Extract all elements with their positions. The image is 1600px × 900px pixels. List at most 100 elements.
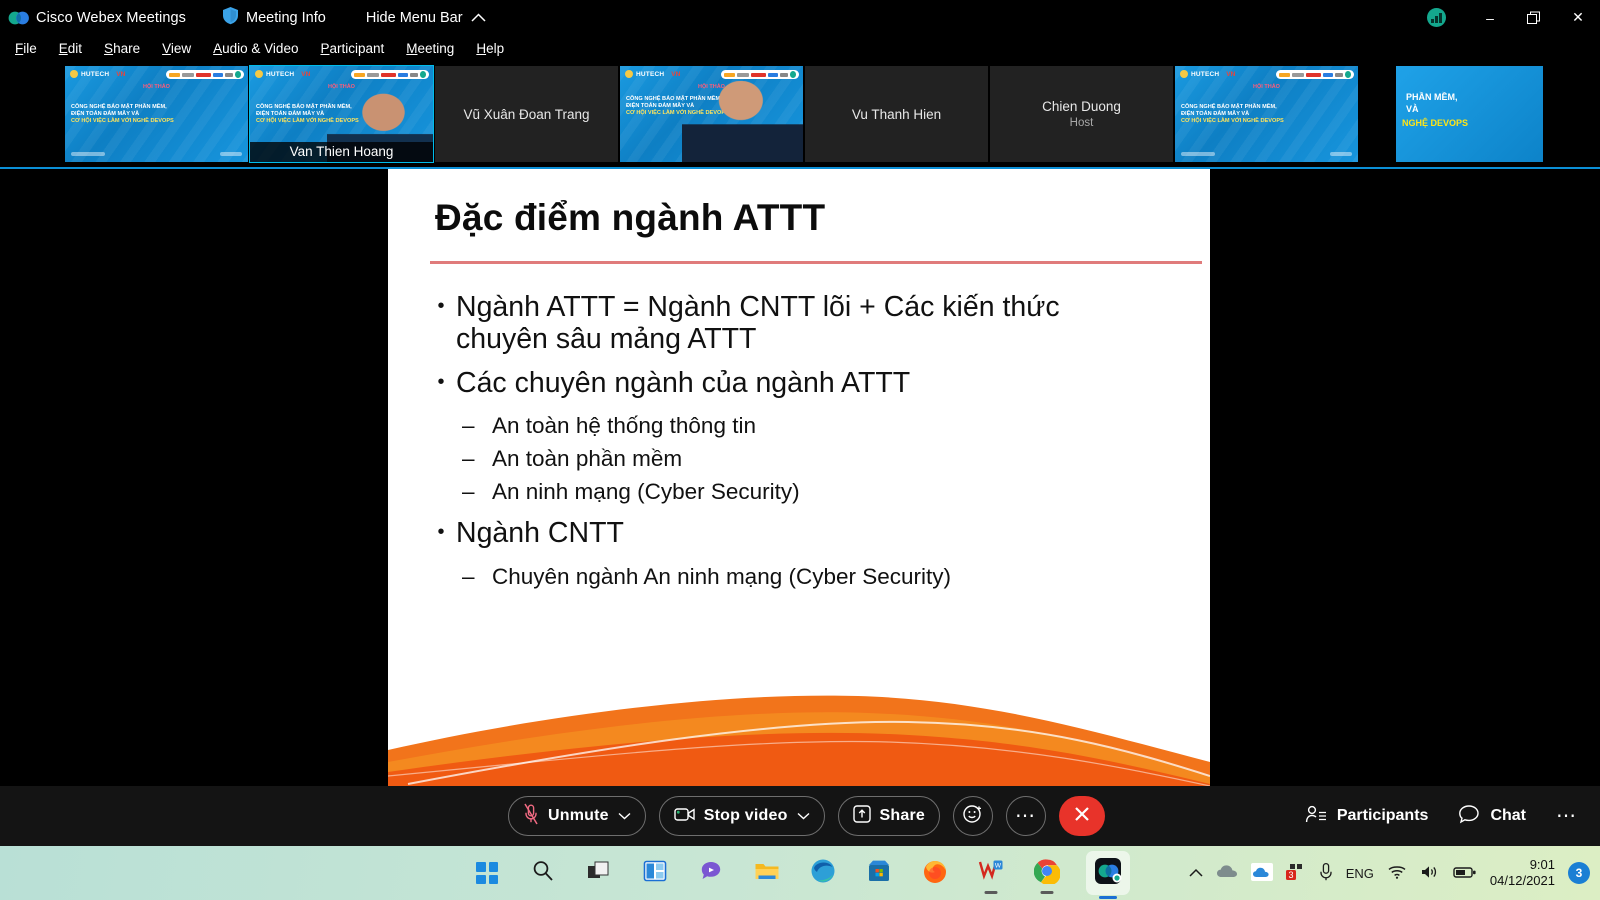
microphone-icon[interactable] — [1319, 862, 1333, 885]
menu-help[interactable]: Help — [465, 41, 515, 56]
unmute-button[interactable]: Unmute — [508, 796, 646, 836]
thumbnail-van-thien-hoang[interactable]: HUTECH VN HỘI THẢO CÔNG NGHỆ BẢO MẬT PHẦN… — [249, 65, 434, 163]
menu-meeting[interactable]: Meeting — [395, 41, 465, 56]
svg-text:3: 3 — [1288, 870, 1293, 880]
meeting-info-button[interactable]: Meeting Info — [222, 6, 326, 30]
show-hidden-icons-icon[interactable] — [1189, 866, 1203, 881]
battery-icon[interactable] — [1453, 865, 1477, 882]
task-view-button[interactable] — [582, 856, 616, 890]
thumbnail-name-label: Van Thien Hoang — [250, 142, 433, 162]
connection-strength-icon[interactable] — [1427, 8, 1446, 27]
video-thumbnail-strip: HUTECH VN HỘI THẢO CÔNG NGHỆ BẢO MẬT PHẦN… — [0, 61, 1600, 169]
bullet-text: Các chuyên ngành của ngành ATTT — [456, 366, 911, 399]
microsoft-store-icon — [867, 859, 891, 888]
thumbnail-vu-xuan-doan-trang[interactable]: Vũ Xuân Đoan Trang — [435, 66, 618, 162]
bullet-text: Ngành CNTT — [456, 517, 624, 550]
hide-menu-bar-button[interactable]: Hide Menu Bar — [366, 10, 486, 26]
chat-button[interactable]: Chat — [1458, 804, 1526, 829]
menu-participant[interactable]: Participant — [309, 41, 395, 56]
slide-subbullet: – An ninh mạng (Cyber Security) — [462, 476, 1184, 509]
menu-bar: File Edit Share View Audio & Video Parti… — [0, 35, 1600, 61]
menu-share[interactable]: Share — [93, 41, 151, 56]
meeting-info-label: Meeting Info — [246, 9, 326, 26]
chevron-down-icon[interactable] — [797, 807, 810, 825]
subbullet-text: Chuyên ngành An ninh mạng (Cyber Securit… — [492, 563, 952, 589]
webex-taskbar-button[interactable] — [1086, 851, 1130, 899]
search-icon — [531, 859, 555, 888]
slide-body: • Ngành ATTT = Ngành CNTT lõi + Các kiến… — [426, 291, 1184, 593]
clock-date: 04/12/2021 — [1489, 873, 1555, 888]
cloud-icon[interactable] — [1216, 864, 1238, 883]
stop-video-button[interactable]: Stop video — [658, 796, 825, 836]
notification-count-badge[interactable]: 3 — [1568, 862, 1590, 884]
close-button[interactable]: ✕ — [1556, 0, 1600, 35]
end-meeting-button[interactable] — [1059, 796, 1106, 836]
thumbnail-slide-1[interactable]: HUTECH VN HỘI THẢO CÔNG NGHỆ BẢO MẬT PHẦN… — [65, 66, 248, 162]
taskbar-clock[interactable]: 9:01 04/12/2021 — [1490, 857, 1555, 890]
notification-app-icon[interactable]: 3 — [1285, 863, 1306, 884]
thumbnail-slide-2[interactable]: HUTECH VN HỘI THẢO CÔNG NGHỆ BẢO MẬT PHẦN… — [1175, 66, 1358, 162]
participants-button[interactable]: Participants — [1305, 804, 1429, 829]
dash-marker: – — [462, 563, 475, 589]
microsoft-edge-icon — [810, 858, 836, 889]
slide-thumbnail-art: HUTECHVN HỘI THẢO CÔNG NGHỆ BẢO MẬT PHẦN… — [65, 66, 248, 162]
file-explorer-button[interactable] — [750, 856, 784, 890]
slide-wave-decoration — [388, 658, 1210, 786]
restore-button[interactable] — [1512, 0, 1556, 35]
widgets-button[interactable] — [638, 856, 672, 890]
thumbnail-zoomed-slide[interactable]: PHẦN MỀM, VÀ NGHỆ DEVOPS — [1360, 66, 1543, 162]
bullet-marker: • — [437, 370, 445, 393]
slide-subbullet: – Chuyên ngành An ninh mạng (Cyber Secur… — [462, 561, 1184, 594]
bullet-marker: • — [437, 521, 445, 544]
shared-content-stage: Đặc điểm ngành ATTT • Ngành ATTT = Ngành… — [0, 169, 1600, 786]
system-tray: 3 ENG 9:01 04/12/2021 3 — [1189, 857, 1590, 890]
participants-label: Participants — [1336, 807, 1429, 824]
menu-view[interactable]: View — [151, 41, 202, 56]
svg-text:W: W — [995, 862, 1002, 869]
language-indicator[interactable]: ENG — [1346, 866, 1374, 881]
thumbnail-slide-person[interactable]: HUTECHVN HỘI THẢO CÔNG NGHỆ BẢO MẬT PHẦN… — [620, 66, 803, 162]
firefox-icon — [922, 858, 948, 889]
firefox-button[interactable] — [918, 856, 952, 890]
sponsor-logos — [166, 70, 244, 79]
windows-taskbar: W 3 ENG 9:01 04/12/2021 3 — [0, 846, 1600, 900]
chevron-down-icon[interactable] — [618, 807, 631, 825]
dash-marker: – — [462, 413, 475, 439]
presentation-slide[interactable]: Đặc điểm ngành ATTT • Ngành ATTT = Ngành… — [388, 169, 1210, 786]
task-view-icon — [587, 859, 611, 888]
windows-start-icon — [476, 862, 498, 884]
google-chrome-button[interactable] — [1030, 856, 1064, 894]
search-button[interactable] — [526, 856, 560, 890]
bullet-text: Ngành ATTT = Ngành CNTT lõi + Các kiến t… — [456, 291, 1060, 356]
chat-label: Chat — [1490, 807, 1526, 824]
title-divider — [430, 261, 1202, 264]
reactions-button[interactable] — [953, 796, 994, 836]
thumbnail-vu-thanh-hien[interactable]: Vu Thanh Hien — [805, 66, 988, 162]
thumbnail-name-label: Vũ Xuân Đoan Trang — [463, 106, 590, 122]
menu-file[interactable]: File — [4, 41, 48, 56]
file-explorer-icon — [754, 859, 780, 888]
window-controls: – ✕ — [1427, 0, 1600, 35]
microsoft-edge-button[interactable] — [806, 856, 840, 890]
menu-audio-video[interactable]: Audio & Video — [202, 41, 309, 56]
wps-office-icon: W — [978, 859, 1004, 888]
volume-icon[interactable] — [1420, 864, 1440, 883]
slide-thumbnail-art: HUTECHVN HỘI THẢO CÔNG NGHỆ BẢO MẬT PHẦN… — [1175, 66, 1358, 162]
microsoft-store-button[interactable] — [862, 856, 896, 890]
minimize-button[interactable]: – — [1468, 0, 1512, 35]
share-button[interactable]: Share — [837, 796, 941, 836]
participants-icon — [1305, 804, 1327, 829]
end-meeting-icon — [1072, 804, 1092, 829]
reactions-smiley-icon — [962, 803, 984, 830]
wifi-icon[interactable] — [1387, 864, 1407, 883]
onedrive-icon[interactable] — [1250, 862, 1273, 884]
meeting-control-bar: Unmute Stop video Share ⋯ Participants C… — [0, 786, 1600, 846]
menu-edit[interactable]: Edit — [48, 41, 93, 56]
teams-chat-button[interactable] — [694, 856, 728, 890]
start-button[interactable] — [470, 856, 504, 890]
wps-office-button[interactable]: W — [974, 856, 1008, 894]
thumbnail-chien-duong[interactable]: Chien Duong Host — [990, 66, 1173, 162]
share-screen-icon — [852, 804, 871, 828]
panel-more-button[interactable]: ⋯ — [1556, 806, 1578, 826]
more-options-button[interactable]: ⋯ — [1006, 796, 1047, 836]
